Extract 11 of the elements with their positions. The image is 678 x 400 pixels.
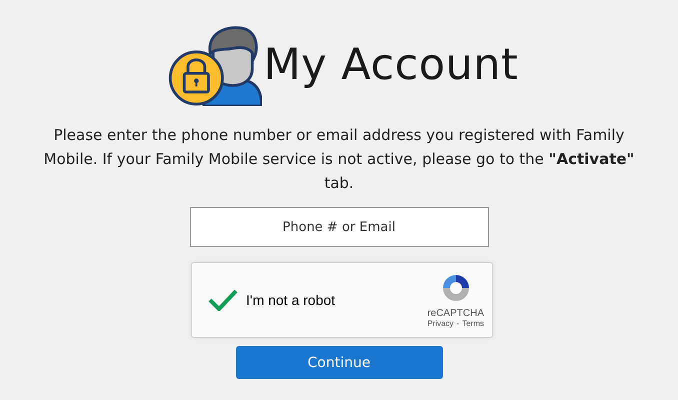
terms-link[interactable]: Terms	[462, 319, 484, 328]
phone-email-field[interactable]: Phone # or Email	[190, 207, 488, 247]
instructions-text: Please enter the phone number or email address you registered with Family Mobile. If your Family Mobile service is not active, please go to the "Activate" tab.	[42, 125, 636, 194]
link-separator: -	[456, 319, 460, 328]
page-title: My Account	[264, 40, 518, 90]
captcha-label: I'm not a robot	[246, 292, 336, 308]
privacy-link[interactable]: Privacy	[427, 319, 454, 328]
account-lock-icon	[168, 24, 262, 106]
recaptcha-brand: reCAPTCHA	[427, 308, 484, 319]
continue-button[interactable]: Continue	[236, 346, 442, 379]
checkmark-icon[interactable]	[208, 289, 238, 311]
